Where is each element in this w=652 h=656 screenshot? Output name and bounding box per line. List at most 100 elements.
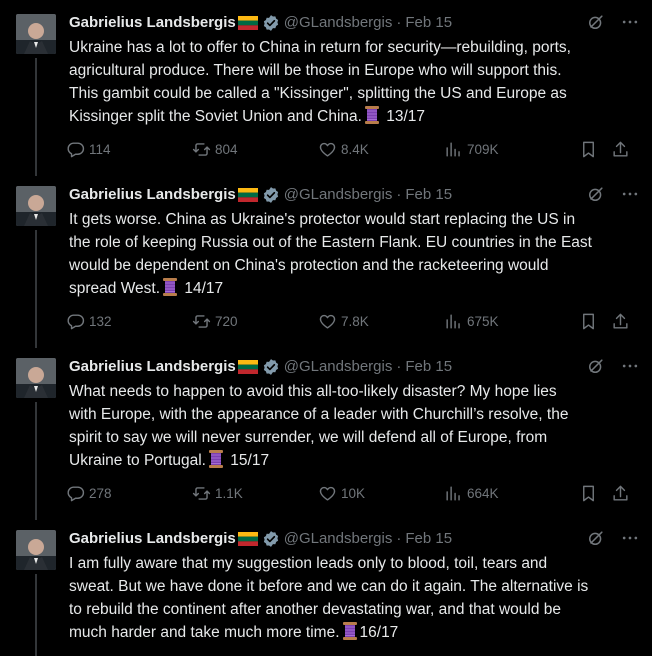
avatar[interactable] (16, 530, 56, 570)
like-button[interactable]: 8.4K (318, 140, 444, 159)
like-button[interactable]: 7.8K (318, 312, 444, 331)
heart-icon (319, 486, 336, 501)
bookmark-button[interactable] (579, 140, 611, 159)
tweet[interactable]: Gabrielius Landsbergis @GLandsbergis · F… (0, 168, 652, 344)
tweet[interactable]: Gabrielius Landsbergis @GLandsbergis · F… (0, 512, 652, 656)
bookmark-button[interactable] (579, 312, 611, 331)
tweet-header-actions (586, 12, 640, 32)
repost-icon (192, 314, 211, 328)
bookmark-icon (583, 141, 594, 157)
tweet-header: Gabrielius Landsbergis @GLandsbergis · F… (69, 12, 640, 34)
repost-count: 804 (215, 141, 238, 157)
reply-button[interactable]: 132 (66, 312, 192, 331)
thread-counter: 15/17 (226, 452, 270, 469)
more-options-icon[interactable] (620, 184, 640, 204)
more-options-icon[interactable] (620, 528, 640, 548)
bookmark-icon (583, 485, 594, 501)
thread-spool-icon (342, 622, 357, 640)
repost-button[interactable]: 1.1K (192, 484, 318, 503)
separator-dot: · (396, 530, 402, 547)
tweet[interactable]: Gabrielius Landsbergis @GLandsbergis · F… (0, 340, 652, 516)
more-options-icon[interactable] (620, 12, 640, 32)
view-count: 675K (467, 313, 499, 329)
grok-icon[interactable] (586, 528, 606, 548)
thread-spool-icon (364, 106, 379, 124)
avatar[interactable] (16, 186, 56, 226)
views-chart-icon (446, 485, 460, 501)
author-name[interactable]: Gabrielius Landsbergis (69, 357, 236, 377)
tweet-text-segment: much harder and take much more time. (69, 624, 340, 641)
repost-button[interactable]: 720 (192, 312, 318, 331)
thread-spool-icon (163, 278, 178, 296)
grok-icon[interactable] (586, 184, 606, 204)
tweet-date[interactable]: Feb 15 (405, 13, 452, 33)
views-chart-icon (446, 141, 460, 157)
author-handle[interactable]: @GLandsbergis (284, 13, 393, 33)
verified-badge-icon[interactable] (262, 186, 280, 204)
tweet-header-actions (586, 528, 640, 548)
more-options-icon[interactable] (620, 356, 640, 376)
avatar[interactable] (16, 14, 56, 54)
tweet[interactable]: Gabrielius Landsbergis @GLandsbergis · F… (0, 0, 652, 172)
thread-line (35, 340, 37, 348)
grok-icon[interactable] (586, 12, 606, 32)
tweet-text-line: Ukraine has a lot to offer to China in r… (69, 39, 571, 56)
bookmark-button[interactable] (579, 484, 611, 503)
lithuania-flag-icon (237, 16, 258, 30)
thread-line (35, 402, 37, 516)
tweet-text-line: This gambit could be called a "Kissinger… (69, 85, 567, 102)
thread-line (35, 512, 37, 520)
repost-button[interactable]: 804 (192, 140, 318, 159)
like-button[interactable]: 10K (318, 484, 444, 503)
tweet-actions: 278 1.1K 10K 664K (66, 481, 636, 505)
verified-badge-icon[interactable] (262, 14, 280, 32)
author-name[interactable]: Gabrielius Landsbergis (69, 529, 236, 549)
separator-dot: · (396, 358, 402, 375)
like-count: 10K (341, 485, 366, 501)
tweet-date[interactable]: Feb 15 (405, 357, 452, 377)
share-button[interactable] (611, 312, 635, 331)
repost-icon (192, 142, 211, 156)
share-button[interactable] (611, 140, 635, 159)
views-button[interactable]: 709K (444, 140, 579, 159)
tweet-date[interactable]: Feb 15 (405, 529, 452, 549)
views-button[interactable]: 664K (444, 484, 579, 503)
author-handle[interactable]: @GLandsbergis (284, 529, 393, 549)
avatar[interactable] (16, 358, 56, 398)
reply-count: 132 (89, 313, 112, 329)
tweet-header: Gabrielius Landsbergis @GLandsbergis · F… (69, 356, 640, 378)
tweet-text-line: to rebuild the continent after another d… (69, 601, 562, 618)
repost-icon (192, 486, 211, 500)
verified-badge-icon[interactable] (262, 530, 280, 548)
views-button[interactable]: 675K (444, 312, 579, 331)
tweet-text-line: would be dependent on China's protection… (69, 257, 549, 274)
reply-count: 278 (89, 485, 112, 501)
tweet-date[interactable]: Feb 15 (405, 185, 452, 205)
reply-button[interactable]: 114 (66, 140, 192, 159)
share-button[interactable] (611, 484, 635, 503)
tweet-text-line: Kissinger split the Soviet Union and Chi… (69, 105, 641, 128)
author-name[interactable]: Gabrielius Landsbergis (69, 185, 236, 205)
tweet-header: Gabrielius Landsbergis @GLandsbergis · F… (69, 184, 640, 206)
view-count: 664K (467, 485, 499, 501)
author-name[interactable]: Gabrielius Landsbergis (69, 13, 236, 33)
author-handle[interactable]: @GLandsbergis (284, 357, 393, 377)
thread-counter: 14/17 (180, 280, 224, 297)
reply-button[interactable]: 278 (66, 484, 192, 503)
thread-line (35, 58, 37, 172)
heart-icon (319, 142, 336, 157)
tweet-text-segment: spread West. (69, 280, 161, 297)
lithuania-flag-icon (237, 360, 258, 374)
views-chart-icon (446, 313, 460, 329)
tweet-text-line: agricultural produce. There will be thos… (69, 62, 562, 79)
lithuania-flag-icon (237, 532, 258, 546)
share-icon (613, 313, 628, 329)
author-handle[interactable]: @GLandsbergis (284, 185, 393, 205)
tweet-text: It gets worse. China as Ukraine's protec… (69, 208, 641, 300)
separator-dot: · (396, 14, 402, 31)
grok-icon[interactable] (586, 356, 606, 376)
tweet-actions: 114 804 8.4K 709K (66, 137, 636, 161)
tweet-text-line: much harder and take much more time. 16/1… (69, 621, 641, 644)
verified-badge-icon[interactable] (262, 358, 280, 376)
tweet-text-line: sweat. But we have done it before and we… (69, 578, 589, 595)
